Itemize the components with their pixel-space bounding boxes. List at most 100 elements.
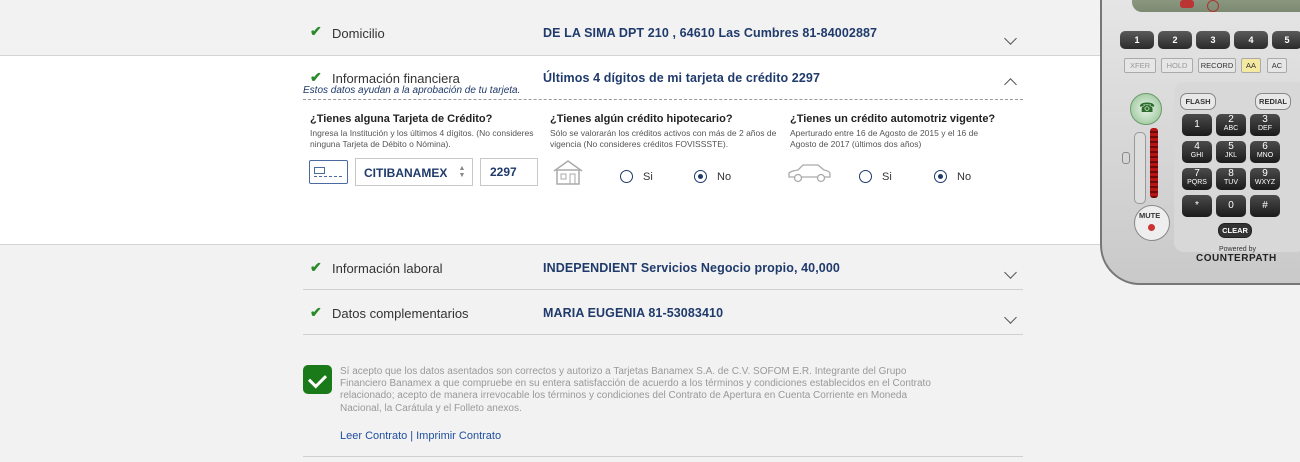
volume-meter [1150,128,1158,198]
read-contract-link[interactable]: Leer Contrato [340,430,407,442]
clear-button[interactable]: CLEAR [1218,223,1252,238]
dotted-divider [303,99,1023,100]
question-credit-card-sub: Ingresa la Institución y los últimos 4 d… [310,128,534,149]
check-icon: ✔ [310,259,322,275]
select-arrows-icon: ▲ ▼ [458,165,466,179]
key-6[interactable]: 6 MNO [1250,141,1280,163]
key-letters: TUV [1224,179,1238,186]
chevron-down-icon[interactable] [1004,311,1017,324]
question-auto-title: ¿Tienes un crédito automotriz vigente? [790,113,996,125]
do-not-disturb-icon[interactable] [1207,0,1219,12]
auto-no-label: No [957,171,972,183]
softphone-widget: 1 2 3 4 5 XFER HOLD RECORD AA AC ☎ MUTE … [1100,0,1300,285]
key-digit: 4 [1194,141,1200,152]
divider [303,456,1023,457]
key-digit: 1 [1194,119,1200,130]
auto-no-radio[interactable] [934,170,947,183]
line-button-1[interactable]: 1 [1120,31,1154,49]
auto-yes-label: Si [882,171,892,183]
line-button-5[interactable]: 5 [1272,31,1300,49]
row-complementarios[interactable]: ✔ Datos complementarios MARIA EUGENIA 81… [303,301,1023,331]
key-digit: # [1262,200,1268,211]
line-button-2[interactable]: 2 [1158,31,1192,49]
key-digit: * [1195,200,1199,211]
check-icon: ✔ [310,69,322,85]
agreement-text: Sí acepto que los datos asentados son co… [340,366,931,414]
house-icon [553,160,583,185]
line-button-3[interactable]: 3 [1196,31,1230,49]
check-icon: ✔ [310,23,322,39]
powered-by-label: Powered by [1219,246,1256,253]
mortgage-yes-label: Si [643,171,653,183]
volume-slider[interactable] [1134,132,1146,204]
key-digit: 8 [1228,168,1234,179]
key-digit: 6 [1262,141,1268,152]
mute-button[interactable]: MUTE [1134,205,1170,241]
link-separator: | [410,430,414,442]
key-7[interactable]: 7 PQRS [1182,168,1212,190]
key-3[interactable]: 3 DEF [1250,114,1280,136]
auto-yes-radio[interactable] [859,170,872,183]
row-label: Información laboral [332,261,443,276]
bank-select[interactable]: CITIBANAMEX ▲ ▼ [355,158,473,186]
question-mortgage-title: ¿Tienes algún crédito hipotecario? [550,113,733,125]
key-digit: 3 [1262,114,1268,125]
key-0[interactable]: 0 [1216,195,1246,217]
row-domicilio[interactable]: ✔ Domicilio DE LA SIMA DPT 210 , 64610 L… [303,20,1023,50]
key-letters: ABC [1223,125,1239,132]
mortgage-no-radio[interactable] [694,170,707,183]
key-letters: WXYZ [1254,179,1276,186]
card-digits-input[interactable]: 2297 [480,158,538,186]
bank-select-value: CITIBANAMEX [364,166,448,180]
voicemail-icon[interactable] [1180,0,1194,8]
key-digit: 7 [1194,168,1200,179]
row-value: DE LA SIMA DPT 210 , 64610 Las Cumbres 8… [543,26,878,40]
key-2[interactable]: 2 ABC [1216,114,1246,136]
key-letters: JKL [1224,152,1238,159]
car-icon [788,164,831,183]
hold-button[interactable]: HOLD [1161,58,1193,73]
key-8[interactable]: 8 TUV [1216,168,1246,190]
record-button[interactable]: RECORD [1198,58,1236,73]
counterpath-logo: COUNTERPATH [1196,253,1277,264]
credit-card-icon [309,160,348,184]
key-letters: DEF [1258,125,1272,132]
row-label: Información financiera [332,71,460,86]
question-credit-card-title: ¿Tienes alguna Tarjeta de Crédito? [310,113,493,125]
chevron-down-icon[interactable] [1004,266,1017,279]
ac-button[interactable]: AC [1267,58,1287,73]
row-label: Domicilio [332,26,385,41]
check-icon: ✔ [310,304,322,320]
key-hash[interactable]: # [1250,195,1280,217]
mute-indicator-icon [1148,224,1155,231]
key-star[interactable]: * [1182,195,1212,217]
key-letters: PQRS [1187,179,1207,186]
key-5[interactable]: 5 JKL [1216,141,1246,163]
chevron-down-icon[interactable] [1004,32,1017,45]
xfer-button[interactable]: XFER [1124,58,1156,73]
divider [303,289,1023,290]
row-value: MARIA EUGENIA 81-53083410 [543,306,724,320]
key-digit: 9 [1262,168,1268,179]
line-button-4[interactable]: 4 [1234,31,1268,49]
key-letters: MNO [1256,152,1274,159]
key-9[interactable]: 9 WXYZ [1250,168,1280,190]
aa-button[interactable]: AA [1241,58,1261,73]
print-contract-link[interactable]: Imprimir Contrato [416,430,501,442]
row-laboral[interactable]: ✔ Información laboral INDEPENDIENT Servi… [303,256,1023,286]
agreement-checkbox[interactable] [303,365,332,394]
microphone-icon [1122,152,1130,164]
call-button[interactable]: ☎ [1130,93,1162,125]
flash-button[interactable]: FLASH [1180,93,1216,110]
phone-handset-icon: ☎ [1139,100,1156,115]
key-4[interactable]: 4 GHI [1182,141,1212,163]
mortgage-yes-radio[interactable] [620,170,633,183]
key-1[interactable]: 1 [1182,114,1212,136]
row-value: INDEPENDIENT Servicios Negocio propio, 4… [543,261,840,275]
mute-label: MUTE [1139,211,1161,220]
mortgage-no-label: No [717,171,732,183]
key-digit: 0 [1228,200,1234,211]
redial-button[interactable]: REDIAL [1255,93,1291,110]
question-auto-sub: Aperturado entre 16 de Agosto de 2015 y … [790,128,979,149]
divider [303,334,1023,335]
